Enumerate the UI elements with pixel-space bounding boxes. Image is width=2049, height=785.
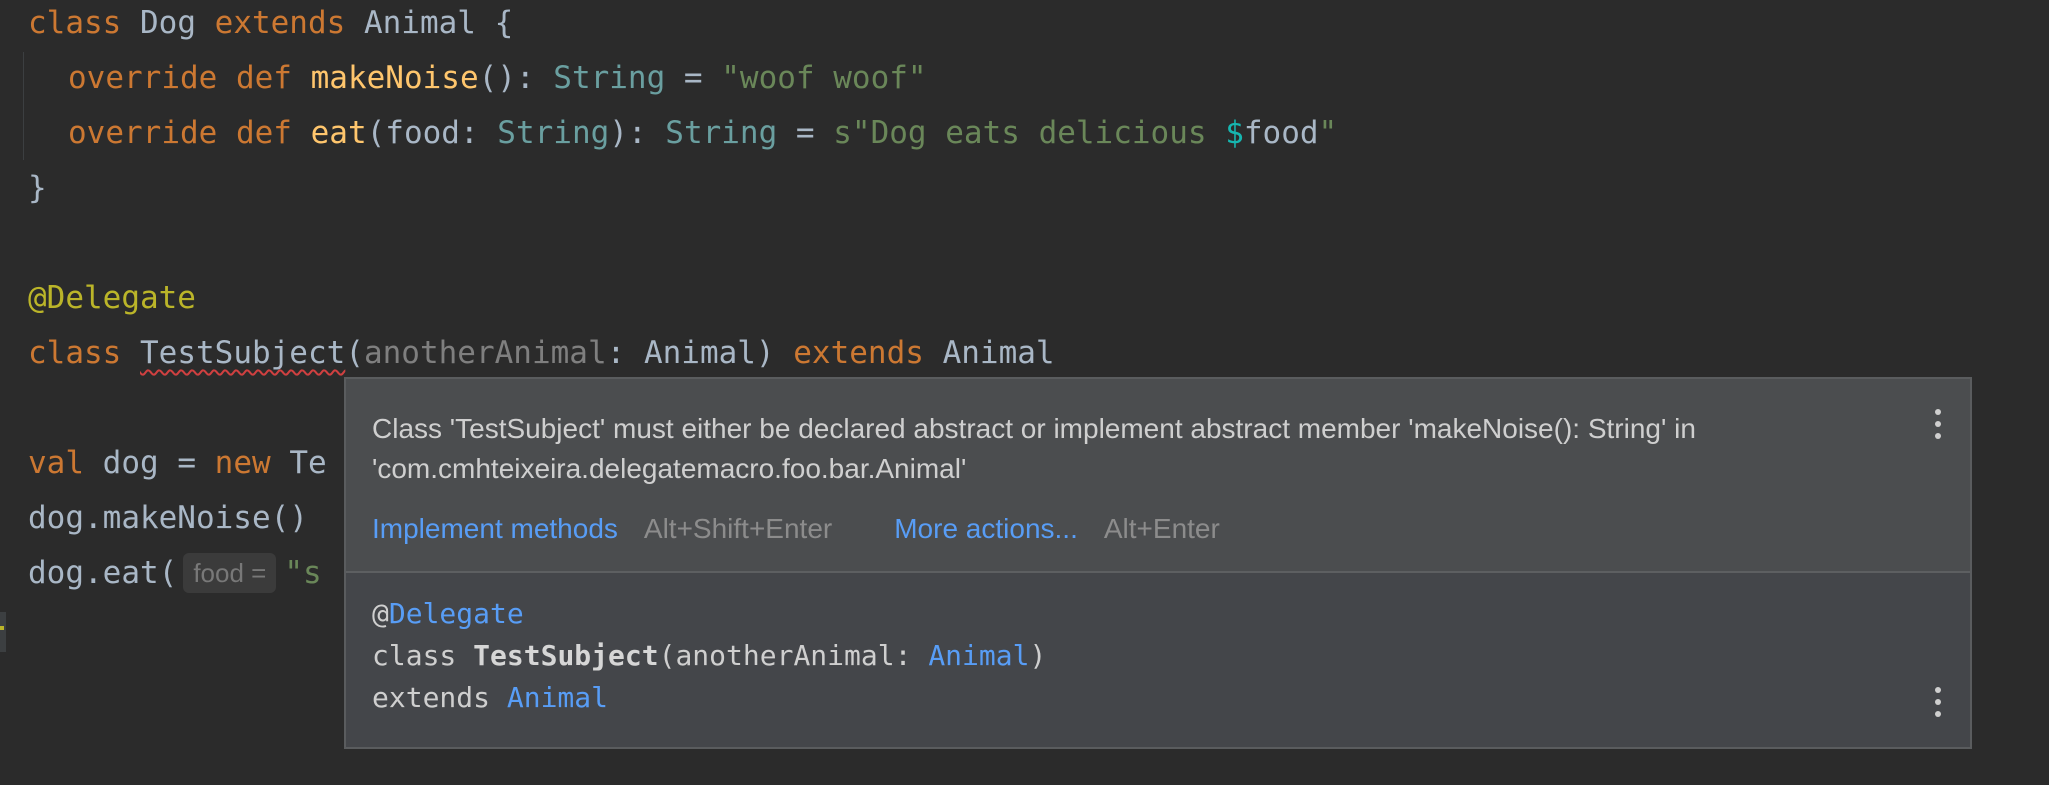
string-literal: "s [284, 555, 322, 591]
code-text: = [665, 60, 722, 96]
keyword: extends [793, 335, 924, 371]
type-link[interactable]: Animal [928, 639, 1029, 672]
code-text: dog.eat( [28, 555, 178, 591]
code-text: ( [345, 335, 364, 371]
more-actions-link[interactable]: More actions... [894, 513, 1078, 544]
code-text: (): [478, 60, 554, 96]
code-line-1[interactable]: class Dog extends Animal { [28, 3, 513, 43]
interpolation-dollar: $ [1225, 115, 1244, 151]
code-line-2[interactable]: override def makeNoise(): String = "woof… [68, 58, 927, 98]
class-signature: @Delegate class TestSubject(anotherAnima… [372, 593, 1046, 719]
keyword: override [68, 60, 218, 96]
error-section: Class 'TestSubject' must either be decla… [346, 379, 1970, 571]
documentation-section: @Delegate class TestSubject(anotherAnima… [346, 573, 1970, 747]
change-marker-icon [0, 626, 4, 630]
code-text: = [777, 115, 834, 151]
doc-text: (anotherAnimal: [658, 639, 929, 672]
interpolated-variable: food [1243, 115, 1319, 151]
annotation-link[interactable]: Delegate [389, 597, 524, 630]
code-line-class-decl[interactable]: class TestSubject(anotherAnimal: Animal)… [28, 333, 1055, 373]
parameter-name-hint: food = [183, 553, 277, 593]
keyword: val [28, 445, 84, 481]
code-text: ): [609, 115, 666, 151]
code-line-annotation[interactable]: @Delegate [28, 278, 196, 318]
doc-text: extends [372, 681, 507, 714]
string-literal: s"Dog eats delicious [833, 115, 1226, 151]
method-name: eat [310, 115, 367, 151]
kebab-menu-icon[interactable] [1926, 683, 1950, 723]
kebab-menu-icon[interactable] [1926, 405, 1950, 445]
keyword: def [217, 115, 311, 151]
code-line-3[interactable]: override def eat(food: String): String =… [68, 113, 1337, 153]
doc-text: class [372, 639, 474, 672]
doc-text: ) [1029, 639, 1047, 672]
code-line-makenoise[interactable]: dog.makeNoise() [28, 498, 308, 538]
code-line-val[interactable]: val dog = new Te [28, 443, 327, 483]
supertype-link[interactable]: Animal [507, 681, 608, 714]
string-literal: " [1318, 115, 1338, 151]
code-text: Animal { [345, 5, 514, 41]
type-name: String [497, 115, 610, 151]
doc-text: @ [372, 597, 389, 630]
class-name: Dog [121, 5, 215, 41]
code-line-4[interactable]: } [28, 168, 47, 208]
keyword: class [28, 335, 122, 371]
code-line-eat[interactable]: dog.eat(food = "s [28, 553, 322, 593]
inspection-popup: Class 'TestSubject' must either be decla… [344, 377, 1972, 749]
more-actions-shortcut: Alt+Enter [1103, 513, 1220, 544]
keyword: override [68, 115, 218, 151]
indent-guide [23, 52, 24, 160]
keyword: new [214, 445, 271, 481]
code-text: : Animal) [606, 335, 794, 371]
code-text: (food: [366, 115, 498, 151]
quick-fix-actions: Implement methods Alt+Shift+Enter More act… [372, 509, 1220, 549]
doc-class-name: TestSubject [473, 639, 659, 672]
error-class-name[interactable]: TestSubject [140, 335, 345, 371]
current-line-marker [0, 612, 6, 652]
type-name: String [553, 60, 666, 96]
type-name: String [665, 115, 778, 151]
unused-parameter: anotherAnimal [363, 335, 607, 371]
string-literal: "woof woof" [721, 60, 927, 96]
error-message: Class 'TestSubject' must either be decla… [372, 413, 1696, 484]
code-text: dog = [84, 445, 215, 481]
keyword: extends [214, 5, 346, 41]
method-name: makeNoise [310, 60, 479, 96]
code-text: Te [270, 445, 327, 481]
keyword: class [28, 5, 122, 41]
implement-methods-shortcut: Alt+Shift+Enter [643, 513, 833, 544]
keyword: def [217, 60, 311, 96]
implement-methods-link[interactable]: Implement methods [372, 513, 618, 544]
code-text: Animal [923, 335, 1055, 371]
